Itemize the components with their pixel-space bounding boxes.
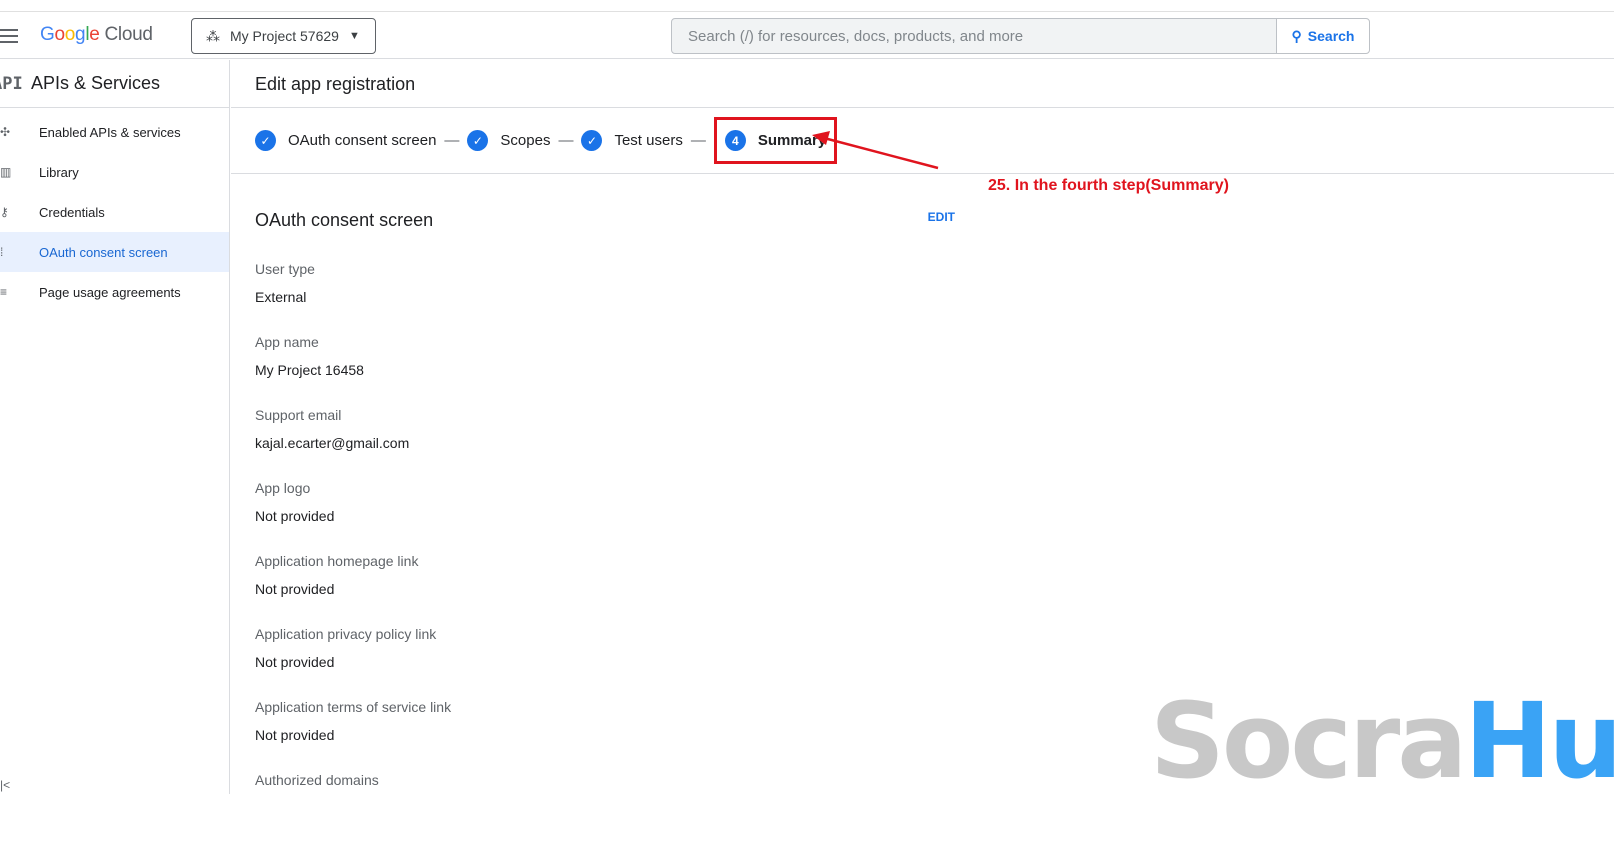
field-value: Not provided — [255, 508, 335, 524]
field-value: Not provided — [255, 654, 335, 670]
annotation-arrow — [812, 131, 939, 170]
check-icon: ✓ — [581, 130, 603, 151]
search-button-label: Search — [1307, 28, 1355, 44]
field-value: My Project 16458 — [255, 362, 364, 378]
sidebar: API APIs & Services ✣ Enabled APIs & servi… — [0, 60, 230, 794]
check-icon: ✓ — [255, 130, 276, 151]
project-icon: ⁂ — [206, 27, 220, 44]
sidebar-item-oauth-consent[interactable]: ⁞ OAuth consent screen — [0, 232, 229, 272]
step-oauth[interactable]: OAuth consent screen — [288, 132, 436, 149]
consent-icon: ⁞ — [0, 245, 4, 259]
settings-list-icon: ≡ — [0, 285, 8, 299]
field-label: User type — [255, 261, 315, 277]
step-test-users[interactable]: Test users — [614, 132, 682, 149]
sidebar-item-label: Credentials — [39, 204, 105, 220]
section-title: OAuth consent screen — [255, 210, 434, 230]
search-icon: ⚲ — [1291, 27, 1302, 44]
field-label: Application privacy policy link — [255, 626, 437, 642]
google-cloud-logo[interactable]: Google Cloud — [40, 24, 153, 46]
field-label: App name — [255, 334, 319, 350]
step-number-badge: 4 — [724, 130, 746, 151]
field-label: Support email — [255, 407, 342, 423]
project-name: My Project 57629 — [230, 28, 339, 44]
page-title: Edit app registration — [231, 60, 1614, 108]
edit-button[interactable]: EDIT — [928, 210, 955, 231]
menu-icon[interactable] — [0, 29, 18, 47]
search-input[interactable]: Search (/) for resources, docs, products… — [671, 18, 1277, 54]
collapse-icon[interactable]: |< — [0, 778, 10, 792]
annotation-text: 25. In the fourth step(Summary) — [988, 177, 1229, 194]
field-label: Application homepage link — [255, 553, 419, 569]
project-selector[interactable]: ⁂ My Project 57629 ▼ — [191, 18, 376, 54]
sidebar-item-label: Enabled APIs & services — [39, 124, 181, 140]
enabled-apis-icon: ✣ — [0, 125, 11, 139]
library-icon: ▥ — [0, 165, 12, 179]
search-button[interactable]: ⚲ Search — [1276, 18, 1370, 54]
field-label: App logo — [255, 480, 311, 496]
check-icon: ✓ — [467, 130, 489, 151]
sidebar-item-label: Library — [39, 164, 79, 180]
step-scopes[interactable]: Scopes — [500, 132, 550, 149]
sidebar-item-label: OAuth consent screen — [39, 244, 168, 260]
sidebar-item-enabled-apis[interactable]: ✣ Enabled APIs & services — [0, 112, 229, 152]
chevron-down-icon: ▼ — [348, 30, 360, 42]
field-value: External — [255, 289, 307, 305]
key-icon: ⚷ — [0, 205, 9, 219]
sidebar-item-label: Page usage agreements — [39, 284, 181, 300]
sidebar-item-page-usage[interactable]: ≡ Page usage agreements — [0, 272, 229, 312]
field-value: kajal.ecarter@gmail.com — [255, 435, 410, 451]
sidebar-title: APIs & Services — [31, 73, 161, 93]
top-bar: Google Cloud ⁂ My Project 57629 ▼ Search (… — [0, 11, 1614, 59]
sidebar-item-library[interactable]: ▥ Library — [0, 152, 229, 192]
field-value: Not provided — [255, 581, 335, 597]
socrahub-watermark: SocraHub — [1150, 680, 1614, 802]
sidebar-item-credentials[interactable]: ⚷ Credentials — [0, 192, 229, 232]
api-icon: API — [0, 73, 23, 94]
